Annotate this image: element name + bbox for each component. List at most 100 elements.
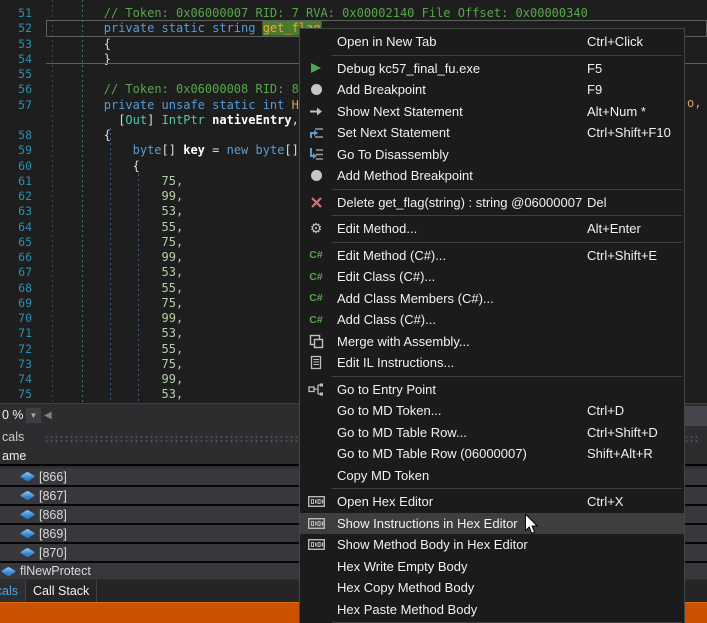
- tab-call-stack[interactable]: Call Stack: [26, 580, 97, 602]
- menu-item-hex-copy-method-body[interactable]: Hex Copy Method Body: [300, 577, 684, 599]
- field-icon: [20, 472, 36, 482]
- menu-item-hex-write-empty-body[interactable]: Hex Write Empty Body: [300, 556, 684, 578]
- menu-item-label: Edit IL Instructions...: [337, 355, 454, 370]
- line-number: 56: [0, 82, 32, 97]
- field-icon: [20, 510, 36, 520]
- menu-item-shortcut: Alt+Num *: [587, 104, 646, 119]
- code-text: 75,: [46, 235, 183, 250]
- menu-item-edit-method-c[interactable]: C#Edit Method (C#)...Ctrl+Shift+E: [300, 245, 684, 267]
- line-number: 53: [0, 37, 32, 52]
- locals-row-label: [867]: [39, 489, 67, 503]
- menu-item-label: Edit Method...: [337, 221, 417, 236]
- menu-item-go-to-md-table-row[interactable]: Go to MD Table Row...Ctrl+Shift+D: [300, 422, 684, 444]
- menu-item-shortcut: F9: [587, 82, 602, 97]
- code-text: 53,: [46, 204, 183, 219]
- menu-item-label: Set Next Statement: [337, 125, 450, 140]
- menu-separator: [332, 242, 682, 243]
- show-next-statement-icon: [303, 104, 329, 119]
- line-number: 52: [0, 21, 32, 36]
- menu-item-label: Edit Class (C#)...: [337, 269, 435, 284]
- line-number: 70: [0, 311, 32, 326]
- menu-item-add-class-members-c[interactable]: C# Add Class Members (C#)...: [300, 288, 684, 310]
- menu-item-label: Add Class (C#)...: [337, 312, 436, 327]
- delete-icon: [303, 196, 329, 209]
- menu-item-merge-with-assembly[interactable]: Merge with Assembly...: [300, 331, 684, 353]
- menu-item-show-next-statement[interactable]: Show Next Statement Alt+Num *: [300, 101, 684, 123]
- code-text: 53,: [46, 265, 183, 280]
- code-text: 53,: [46, 326, 183, 341]
- menu-item-shortcut: Ctrl+Shift+D: [587, 425, 658, 440]
- line-number: [0, 113, 32, 128]
- tab-cals[interactable]: cals: [0, 580, 26, 602]
- line-number: 60: [0, 159, 32, 174]
- line-number: 57: [0, 98, 32, 113]
- menu-item-shortcut: Shift+Alt+R: [587, 446, 653, 461]
- menu-item-go-to-md-table-row-06000007[interactable]: Go to MD Table Row (06000007) Shift+Alt+R: [300, 443, 684, 465]
- menu-item-edit-class-c[interactable]: C#Edit Class (C#)...: [300, 266, 684, 288]
- code-fragment: o,: [687, 96, 701, 111]
- menu-item-label: Add Class Members (C#)...: [337, 291, 494, 306]
- menu-item-label: Merge with Assembly...: [337, 334, 470, 349]
- mouse-cursor: [524, 514, 538, 535]
- menu-item-label: Go to Entry Point: [337, 382, 436, 397]
- context-menu: Open in New TabCtrl+Click Debug kc57_fina…: [299, 28, 685, 623]
- menu-item-label: Add Breakpoint: [337, 82, 426, 97]
- line-number: 68: [0, 281, 32, 296]
- menu-item-label: Go to MD Token...: [337, 403, 442, 418]
- locals-row-label: flNewProtect: [20, 564, 91, 578]
- code-text: }: [46, 52, 111, 67]
- menu-item-shortcut: Ctrl+Shift+E: [587, 248, 657, 263]
- menu-item-label: Open in New Tab: [337, 34, 437, 49]
- code-text: [Out] IntPtr nativeEntry,: [46, 113, 299, 128]
- hex-editor-icon: [303, 517, 329, 530]
- locals-header-label: ame: [2, 449, 26, 463]
- entry-point-icon: [303, 382, 329, 397]
- menu-item-edit-il-instructions[interactable]: Edit IL Instructions...: [300, 352, 684, 374]
- code-text: 75,: [46, 296, 183, 311]
- menu-separator: [332, 488, 682, 489]
- menu-item-label: Show Next Statement: [337, 104, 463, 119]
- menu-item-label: Hex Write Empty Body: [337, 559, 468, 574]
- code-text: 99,: [46, 250, 183, 265]
- menu-item-add-breakpoint[interactable]: Add Breakpoint F9: [300, 79, 684, 101]
- menu-item-go-to-entry-point[interactable]: Go to Entry Point: [300, 379, 684, 401]
- code-text: // Token: 0x06000008 RID: 8: [46, 82, 299, 97]
- menu-item-label: Go to MD Table Row (06000007): [337, 446, 527, 461]
- code-text: {: [46, 37, 111, 52]
- code-text: 55,: [46, 220, 183, 235]
- menu-item-show-method-body-in-hex-editor[interactable]: Show Method Body in Hex Editor: [300, 534, 684, 556]
- menu-item-copy-md-token[interactable]: Copy MD Token: [300, 465, 684, 487]
- hex-editor-icon: [303, 495, 329, 508]
- menu-item-hex-paste-method-body[interactable]: Hex Paste Method Body: [300, 599, 684, 621]
- menu-item-shortcut: Del: [587, 195, 607, 210]
- debug-play-icon: [303, 63, 329, 73]
- menu-item-go-to-disassembly[interactable]: Go To Disassembly: [300, 144, 684, 166]
- line-number: 71: [0, 326, 32, 341]
- menu-item-debug-kc57-final-fu-exe[interactable]: Debug kc57_final_fu.exeF5: [300, 58, 684, 80]
- line-number: 55: [0, 67, 32, 82]
- dnspy-window: 51// Token: 0x06000007 RID: 7 RVA: 0x000…: [0, 0, 707, 623]
- zoom-dropdown-button[interactable]: ▼: [26, 408, 41, 423]
- set-next-statement-icon: [303, 125, 329, 140]
- line-number: 63: [0, 204, 32, 219]
- menu-item-add-class-c[interactable]: C#Add Class (C#)...: [300, 309, 684, 331]
- menu-item-delete-get-flag-string-string-06000007[interactable]: Delete get_flag(string) : string @060000…: [300, 192, 684, 214]
- menu-item-set-next-statement[interactable]: Set Next StatementCtrl+Shift+F10: [300, 122, 684, 144]
- menu-item-edit-method[interactable]: ⚙Edit Method...Alt+Enter: [300, 218, 684, 240]
- menu-separator: [332, 55, 682, 56]
- code-line[interactable]: 51// Token: 0x06000007 RID: 7 RVA: 0x000…: [0, 6, 707, 21]
- code-text: 99,: [46, 311, 183, 326]
- menu-item-open-hex-editor[interactable]: Open Hex EditorCtrl+X: [300, 491, 684, 513]
- scroll-left-arrow-icon[interactable]: ◀: [44, 408, 52, 424]
- menu-item-label: Hex Paste Method Body: [337, 602, 477, 617]
- menu-item-label: Go To Disassembly: [337, 147, 449, 162]
- menu-item-open-in-new-tab[interactable]: Open in New TabCtrl+Click: [300, 31, 684, 53]
- menu-item-label: Show Method Body in Hex Editor: [337, 537, 528, 552]
- menu-item-add-method-breakpoint[interactable]: Add Method Breakpoint: [300, 165, 684, 187]
- menu-item-label: Debug kc57_final_fu.exe: [337, 61, 480, 76]
- code-text: 75,: [46, 357, 183, 372]
- menu-item-show-instructions-in-hex-editor[interactable]: Show Instructions in Hex Editor: [300, 513, 684, 535]
- csharp-icon: C#: [303, 292, 329, 304]
- code-text: byte[] key = new byte[]: [46, 143, 299, 158]
- menu-item-go-to-md-token[interactable]: Go to MD Token...Ctrl+D: [300, 400, 684, 422]
